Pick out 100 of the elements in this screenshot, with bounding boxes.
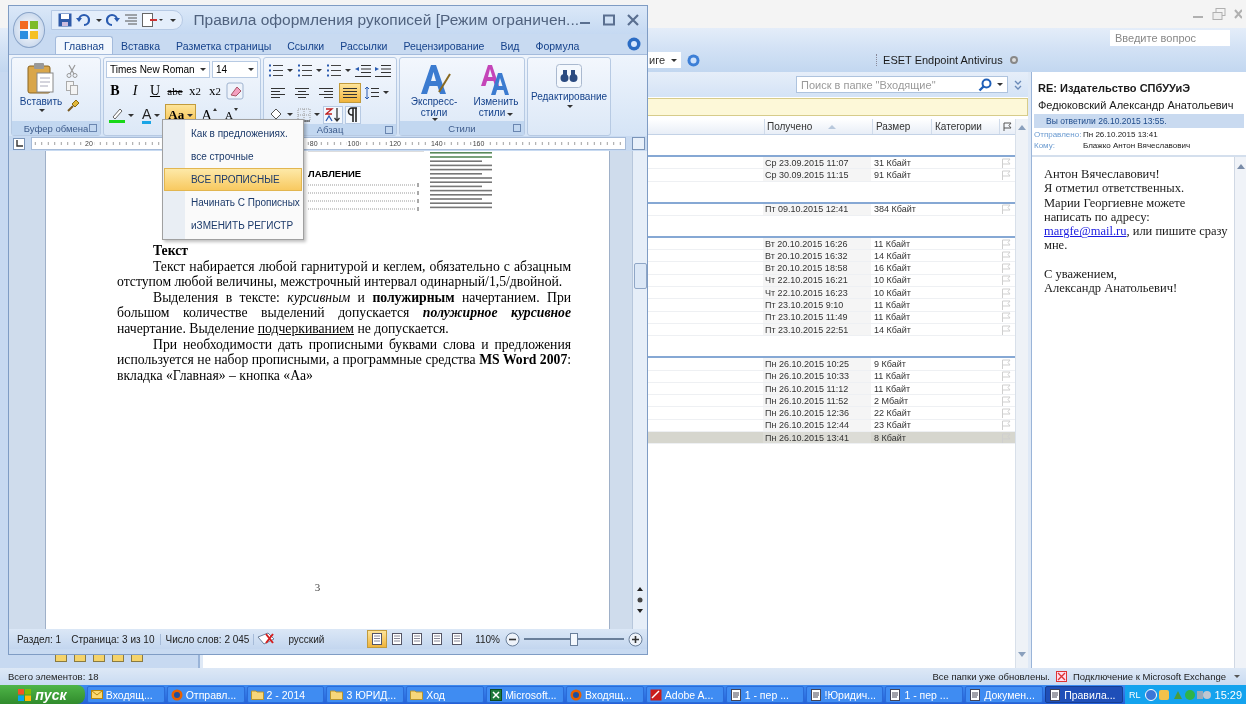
column-header[interactable]: Размер [872,119,931,134]
message-row[interactable]: Пт 09.10.2015 12:41 384 Кбайт [646,203,1015,216]
size-cell-text: 11 Кбайт [873,312,912,323]
increase-indent-icon[interactable] [374,63,392,78]
scissors-icon[interactable] [66,64,78,78]
connection-status[interactable]: Подключение к Microsoft Exchange [1072,671,1226,682]
paintbrush-icon[interactable] [66,98,80,112]
multilevel-list-button[interactable] [325,64,352,77]
section-indicator[interactable]: Раздел: 1 [13,633,66,645]
ribbon-tab[interactable]: Вставка [112,37,168,54]
page-indicator[interactable]: Страница: 3 из 10 [67,633,159,645]
list-icon [297,64,313,77]
word-count[interactable]: Число слов: 2 045 [160,633,255,645]
taskbar-button[interactable]: Правила... [1045,686,1123,703]
strike-button[interactable]: abe [166,81,184,101]
save-icon[interactable] [58,13,73,27]
size-cell-text: 9 Кбайт [873,358,907,369]
dialog-launcher-icon[interactable] [385,125,393,134]
previous-page-icon[interactable] [637,585,643,593]
expand-icon[interactable] [1014,78,1022,91]
column-header[interactable]: Получено [764,119,872,134]
tab-selector-button[interactable] [13,137,25,150]
zoom-out-icon[interactable] [505,631,520,647]
view-ruler-button[interactable] [632,137,645,150]
language-indicator[interactable]: русский [278,633,329,645]
bullets-button[interactable] [267,64,294,77]
scroll-up-icon[interactable] [1236,163,1245,169]
menu-item[interactable]: Начинать С Прописных [164,191,302,214]
browse-object-icon[interactable] [637,597,643,603]
message-row[interactable]: Пн 26.10.2015 13:41 8 Кбайт [646,432,1015,445]
ribbon-tab[interactable]: Вид [492,37,528,54]
column-header[interactable]: Категории [931,119,999,134]
scroll-down-icon[interactable] [1018,652,1026,658]
address-book-field[interactable]: иге [648,52,682,68]
message-row[interactable]: Ср 30.09.2015 11:15 91 Кбайт [646,169,1015,182]
message-row[interactable]: Пт 23.10.2015 22:51 14 Кбайт [646,323,1015,337]
font-size-field[interactable]: 14 [212,61,258,78]
undo-icon[interactable] [76,13,91,27]
received-cell: Пн 26.10.2015 10:25 [763,358,871,370]
menu-item[interactable]: ВСЕ ПРОПИСНЫЕ [164,168,302,191]
view-mode-button[interactable] [367,630,388,648]
size-cell-text: 23 Кбайт [873,420,912,431]
globe-icon [170,688,183,701]
show-marks-button[interactable] [345,105,361,124]
message-row[interactable]: Пн 26.10.2015 10:33 11 Кбайт [646,370,1015,383]
eraser-icon[interactable] [226,82,244,100]
menu-item[interactable]: все строчные [164,145,302,168]
help-icon[interactable] [687,53,701,67]
office-button[interactable] [13,12,46,48]
ribbon-tab[interactable]: Формула [527,37,588,54]
tray-icons-drawing[interactable] [1144,688,1211,701]
message-row[interactable]: Пн 26.10.2015 12:36 22 Кбайт [646,407,1015,420]
line-spacing-button[interactable] [363,85,390,100]
zoom-level[interactable]: 110% [469,633,503,645]
size-cell-text: 11 Кбайт [873,383,912,394]
maximize-icon[interactable] [603,14,615,26]
italic-button[interactable]: I [126,81,144,101]
message-row[interactable]: Пт 23.10.2015 9:10 11 Кбайт [646,299,1015,312]
list-icon [268,64,284,77]
change-styles-button[interactable]: Изменить стили [468,62,524,121]
redo-icon[interactable] [106,13,121,27]
received-cell: Пн 26.10.2015 11:52 [763,395,871,407]
font-name-field[interactable]: Times New Roman [106,61,210,78]
bold-button[interactable]: B [106,81,124,101]
sync-status: Все папки уже обновлены. [932,671,1050,682]
close-icon[interactable] [1234,8,1242,20]
next-page-icon[interactable] [637,607,643,615]
dialog-launcher-icon[interactable] [513,124,521,132]
scrollbar-thumb[interactable] [634,263,648,289]
zoom-slider-thumb[interactable] [570,632,578,646]
help-icon[interactable] [627,37,641,51]
text-column-drawing [430,151,494,211]
size-cell-text: 31 Кбайт [873,157,912,168]
help-search-field[interactable]: Введите вопрос [1110,30,1230,46]
document-paragraph: Текст набирается любой гарнитурой и кеглем, обязательно с абзацным отступом любой величины, межстрочный интервал одинарный/1,5/двойной. [117,258,572,290]
spellcheck-icon[interactable] [256,631,277,647]
print-preview-icon[interactable] [142,13,165,27]
message-row[interactable]: Вт 20.10.2015 18:58 16 Кбайт [646,262,1015,275]
zoom-in-icon[interactable] [628,631,643,647]
close-icon[interactable] [627,14,639,26]
dialog-launcher-icon[interactable] [89,124,97,132]
paste-button[interactable]: Вставить [16,62,66,121]
message-row[interactable]: Пн 26.10.2015 10:25 9 Кбайт [646,358,1015,371]
document-icon [969,688,982,701]
ribbon-tab[interactable]: Ссылки [279,37,333,54]
ribbon-tab[interactable]: Рецензирование [395,37,493,54]
sort-button[interactable] [323,105,343,124]
scroll-up-icon[interactable] [1018,124,1026,130]
decrease-indent-icon[interactable] [354,63,372,78]
underline-button[interactable]: U [146,81,164,101]
antivirus-menu-button[interactable]: ESET Endpoint Antivirus [876,54,1003,66]
ribbon-tab[interactable]: Рассылки [332,37,396,54]
align-justify-button[interactable] [339,82,361,103]
restore-icon[interactable] [1212,8,1226,20]
numbering-button[interactable] [296,64,323,77]
ribbon-tab[interactable]: Главная [55,36,113,54]
received-cell: Чт 22.10.2015 16:23 [763,287,871,299]
menu-item[interactable]: иЗМЕНИТЬ РЕГИСТР [164,214,302,237]
message-row[interactable]: Пт 23.10.2015 11:49 11 Кбайт [646,311,1015,324]
ribbon-tab[interactable]: Разметка страницы [168,37,280,54]
